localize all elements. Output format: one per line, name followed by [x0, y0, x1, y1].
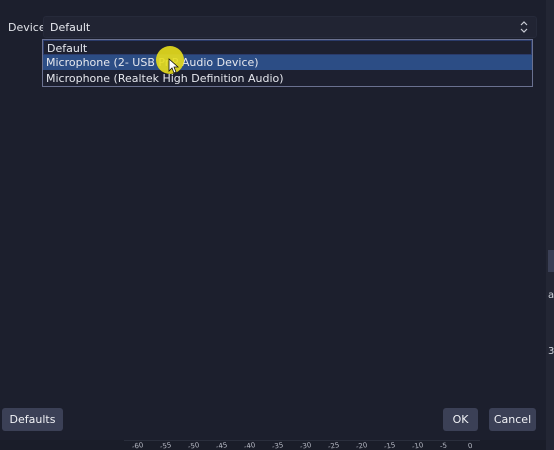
meter-tick-label: -25 — [327, 441, 341, 450]
mouse-pointer-icon — [168, 58, 180, 74]
ok-button[interactable]: OK — [443, 408, 478, 431]
device-selected-value: Default — [50, 21, 91, 34]
meter-tick-label: -40 — [243, 441, 257, 450]
meter-tick-label: 0 — [467, 441, 474, 450]
cancel-button[interactable]: Cancel — [489, 408, 536, 431]
updown-chevron-icon — [520, 21, 528, 33]
device-option[interactable]: Default — [43, 40, 532, 55]
device-option[interactable]: Microphone (Realtek High Definition Audi… — [43, 71, 532, 86]
device-dropdown-list: Default Microphone (2- USB PnP Audio Dev… — [42, 39, 533, 87]
meter-tick-label: -45 — [215, 441, 229, 450]
defaults-button[interactable]: Defaults — [2, 408, 63, 431]
properties-dialog: Device Default Default Microphone (2- US… — [0, 0, 546, 440]
device-combobox[interactable]: Default — [43, 16, 537, 38]
meter-tick-label: -30 — [299, 441, 313, 450]
meter-tick-label: -55 — [159, 441, 173, 450]
audio-meter-ruler: -60 -55 -50 -45 -40 -35 -30 -25 -20 -15 -10 -5 0 — [124, 440, 480, 450]
background-panel-edge — [546, 0, 554, 450]
background-field — [548, 250, 554, 272]
background-text: a — [548, 290, 554, 301]
meter-tick-label: -35 — [271, 441, 285, 450]
device-option-highlighted[interactable]: Microphone (2- USB PnP Audio Device) — [43, 55, 532, 70]
meter-tick-label: -20 — [355, 441, 369, 450]
device-label: Device — [8, 21, 46, 34]
meter-tick-label: -5 — [439, 441, 448, 450]
meter-tick-label: -50 — [187, 441, 201, 450]
background-text: 3 — [548, 346, 554, 357]
meter-tick-label: -15 — [383, 441, 397, 450]
meter-tick-label: -60 — [131, 441, 145, 450]
meter-tick-label: -10 — [411, 441, 425, 450]
